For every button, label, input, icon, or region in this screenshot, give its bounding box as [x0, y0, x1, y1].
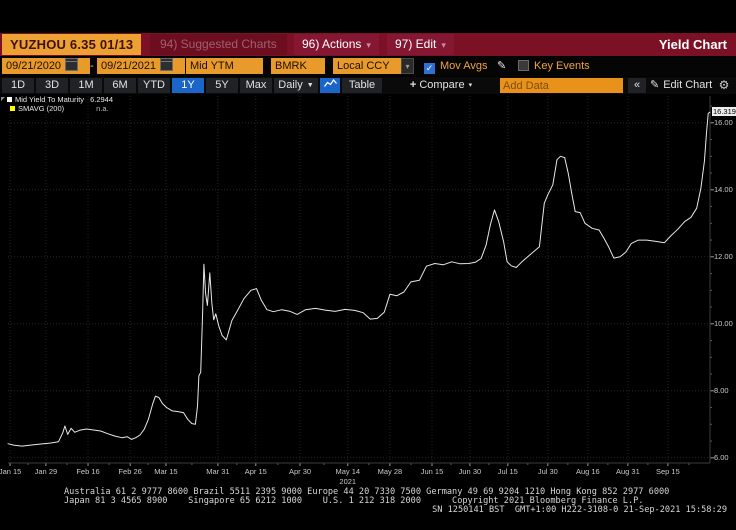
benchmark-field[interactable]: BMRK — [271, 58, 325, 74]
chevron-down-icon: ▼ — [307, 82, 314, 89]
y-tick-label: 10.00 — [714, 320, 733, 328]
pencil-icon: ✎ — [650, 79, 659, 91]
table-button[interactable]: Table — [342, 78, 382, 93]
compare-button[interactable]: +Compare ▾ — [402, 78, 480, 93]
actions-menu-button[interactable]: 96) Actions ▾ — [294, 34, 379, 55]
legend-row-2[interactable]: SMAVG (200) n.a. — [1, 104, 113, 113]
add-data-input[interactable] — [500, 78, 623, 93]
x-tick-label: Jul 15 — [498, 467, 518, 476]
x-tick-label: Apr 30 — [289, 467, 311, 476]
x-tick-label: May 28 — [378, 467, 403, 476]
year-label: 2021 — [339, 477, 356, 486]
series1-swatch — [7, 97, 12, 102]
range-button-ytd[interactable]: YTD — [138, 78, 170, 93]
x-tick-label: Aug 16 — [576, 467, 600, 476]
period-selector[interactable]: Daily ▼ — [274, 78, 318, 93]
line-chart-icon-button[interactable] — [320, 78, 340, 93]
page-title: Yield Chart — [659, 33, 727, 56]
x-tick-label: May 14 — [335, 467, 360, 476]
range-button-1y[interactable]: 1Y — [172, 78, 204, 93]
x-tick-label: Feb 16 — [76, 467, 99, 476]
series2-value: n.a. — [96, 104, 109, 113]
range-button-3d[interactable]: 3D — [36, 78, 68, 93]
series2-label: SMAVG (200) — [18, 104, 64, 113]
title-bar: YUZHOU 6.35 01/13 94) Suggested Charts 9… — [0, 33, 736, 56]
plus-icon: + — [410, 79, 416, 91]
y-tick-label: 14.00 — [714, 186, 733, 194]
mov-avgs-label: Mov Avgs — [440, 60, 488, 72]
y-tick-label: 12.00 — [714, 253, 733, 261]
x-tick-label: Mar 15 — [154, 467, 177, 476]
x-tick-label: Apr 15 — [245, 467, 267, 476]
chart-legend[interactable]: Mid Yield To Maturity 6.2944 SMAVG (200) n… — [1, 95, 113, 113]
y-tick-label: 16.00 — [714, 119, 733, 127]
series1-value: 6.2944 — [90, 95, 113, 104]
y-tick-label: 6.00 — [714, 454, 729, 462]
last-value-badge: 16.3197 — [712, 107, 736, 116]
y-tick-label: 8.00 — [714, 387, 729, 395]
currency-selector[interactable]: Local CCY — [333, 58, 401, 74]
range-button-6m[interactable]: 6M — [104, 78, 136, 93]
range-button-1d[interactable]: 1D — [2, 78, 34, 93]
actions-label: 96) Actions — [302, 37, 361, 51]
end-date-value: 09/21/2021 — [101, 60, 156, 72]
calendar-icon[interactable] — [65, 58, 78, 71]
collapse-panel-button[interactable]: « — [628, 78, 646, 93]
suggested-charts-button[interactable]: 94) Suggested Charts — [150, 34, 287, 55]
chart-region: Mid Yield To Maturity 6.2944 SMAVG (200) n… — [0, 94, 736, 486]
terminal-screen: YUZHOU 6.35 01/13 94) Suggested Charts 9… — [0, 0, 736, 530]
chevron-down-icon: ▾ — [441, 40, 446, 50]
line-chart-icon — [324, 79, 337, 88]
pencil-icon[interactable]: ✎ — [497, 58, 506, 74]
key-events-label: Key Events — [534, 60, 590, 72]
date-range-separator: - — [90, 58, 94, 74]
x-tick-label: Jan 29 — [35, 467, 58, 476]
start-date-value: 09/21/2020 — [6, 60, 61, 72]
period-value: Daily — [278, 79, 302, 91]
series1-label: Mid Yield To Maturity — [15, 95, 84, 104]
chevron-down-icon: ▾ — [469, 82, 473, 89]
series-line-mid-yield-to-maturity — [8, 112, 710, 446]
legend-collapse-icon[interactable] — [1, 97, 5, 101]
settings-gear-icon-button[interactable]: ⚙ — [716, 78, 732, 93]
currency-dropdown-button[interactable]: ▾ — [401, 58, 414, 74]
edit-menu-button[interactable]: 97) Edit ▾ — [387, 34, 454, 55]
edit-chart-label: Edit Chart — [663, 79, 712, 91]
x-tick-label: Feb 26 — [118, 467, 141, 476]
legend-row-1[interactable]: Mid Yield To Maturity 6.2944 — [1, 95, 113, 104]
range-button-max[interactable]: Max — [240, 78, 272, 93]
x-tick-label: Jun 30 — [459, 467, 482, 476]
chart-toolbar: 1D3D1M6MYTD1Y5YMax Daily ▼ Table +Compare… — [0, 77, 736, 94]
x-tick-label: Jul 30 — [538, 467, 558, 476]
field-selector[interactable]: Mid YTM — [186, 58, 263, 74]
start-date-field[interactable]: 09/21/2020 — [2, 58, 90, 74]
chart-controls-row: 09/21/2020 - 09/21/2021 Mid YTM BMRK Loc… — [0, 57, 736, 76]
x-tick-label: Aug 31 — [616, 467, 640, 476]
checkbox-unchecked-icon — [518, 60, 529, 71]
x-tick-label: Mar 31 — [206, 467, 229, 476]
calendar-icon[interactable] — [160, 58, 173, 71]
series2-swatch — [10, 106, 15, 111]
compare-label: Compare — [419, 79, 464, 91]
x-tick-label: Jun 15 — [421, 467, 444, 476]
chevron-down-icon: ▾ — [366, 40, 371, 50]
edit-label: 97) Edit — [395, 37, 436, 51]
range-button-1m[interactable]: 1M — [70, 78, 102, 93]
key-events-checkbox[interactable]: Key Events — [518, 58, 590, 74]
security-tab[interactable]: YUZHOU 6.35 01/13 — [2, 34, 141, 55]
x-tick-label: Sep 15 — [656, 467, 680, 476]
mov-avgs-checkbox[interactable]: ✓ Mov Avgs — [424, 58, 488, 74]
checkbox-checked-icon: ✓ — [424, 63, 435, 74]
footer-session-line: SN 1250141 BST GMT+1:00 H222-3108-0 21-S… — [432, 506, 727, 515]
end-date-field[interactable]: 09/21/2021 — [97, 58, 185, 74]
edit-chart-button[interactable]: ✎ Edit Chart — [650, 78, 712, 93]
range-button-5y[interactable]: 5Y — [206, 78, 238, 93]
x-tick-label: Jan 15 — [0, 467, 21, 476]
yield-chart-svg[interactable] — [8, 96, 710, 463]
